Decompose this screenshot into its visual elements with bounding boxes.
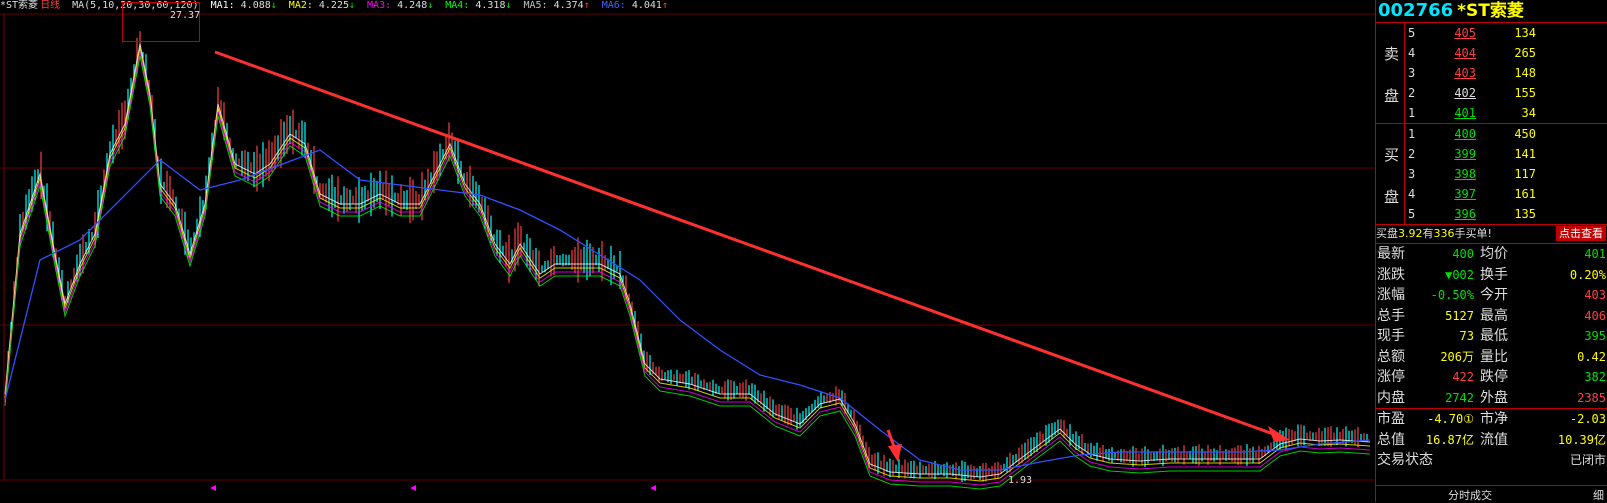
trend-arrow-head [1268,426,1290,442]
stat-row: 总额 206万 量比 0.42 [1377,348,1606,365]
stat-row: 最新 400 均价 401 [1377,246,1606,262]
asks-level[interactable]: 1 401 34 [1376,103,1607,123]
stat-row: 内盘 2742 外盘 2385 [1377,389,1606,406]
valuation-stats: 市盈 -4.70① 市净 -2.03 总值 16.87亿 流值 10.39亿 交易状态 已闭市 [1376,408,1607,471]
bids-level[interactable]: 4 397 161 [1376,184,1607,204]
stock-code: 002766 [1378,0,1454,21]
stat-row: 涨停 422 跌停 382 [1377,369,1606,385]
kline-chart[interactable]: *ST索菱 日线 MA(5,10,20,30,60,120) MA1: 4.088↓… [0,0,1375,502]
bids-level[interactable]: 5 396 135 [1376,204,1607,224]
high-price-value: 27.37 [170,10,201,21]
ma-legend-bar: *ST索菱 日线 MA(5,10,20,30,60,120) MA1: 4.088↓… [0,0,686,14]
stock-label: *ST索菱 [0,0,39,11]
ask-book: 卖 盘 5 405 134 4 404 265 3 403 148 2 402 155 1 401 34 [1376,22,1607,123]
stock-name: *ST索菱 [1457,1,1524,21]
stat-row: 总手 5127 最高 406 [1377,307,1606,324]
quote-stats: 最新 400 均价 401 涨跌 ▼002 换手 0.20% 涨幅 -0.50% 今开 403 总手 51… [1376,243,1607,408]
stock-title: 002766 *ST索菱 [1376,0,1607,22]
signal-marker [210,485,216,491]
trend-line [214,50,1277,437]
bids-level[interactable]: 1 400 450 [1376,124,1607,144]
asks-level[interactable]: 5 405 134 [1376,23,1607,43]
signal-marker [410,485,416,491]
period-label[interactable]: 日线 [40,0,60,11]
signal-marker [650,485,656,491]
bids-level[interactable]: 2 399 141 [1376,144,1607,164]
asks-level[interactable]: 2 402 155 [1376,83,1607,103]
tab-detail[interactable]: 细 [1593,487,1604,503]
asks-level[interactable]: 4 404 265 [1376,43,1607,63]
ma-values: MA1: 4.088↓ MA2: 4.225↓ MA3: 4.248↓ MA4: 4.318↓… [211,0,680,11]
big-order-note: 买盘3.92有336手买单! 点击查看 [1376,224,1607,243]
ma-item: MA5: 4.374↑ [523,0,590,11]
ma-line [4,47,1371,482]
bid-book: 买 盘 1 400 450 2 399 141 3 398 117 4 397 161 5 396 135 [1376,123,1607,224]
low-price-value: 1.93 [1008,475,1033,486]
ma-line [4,51,1371,486]
ma-item: MA2: 4.225↓ [288,0,356,11]
ma-long-line [4,149,1371,471]
kline-canvas[interactable] [0,0,1375,502]
ma-item: MA3: 4.248↓ [367,0,434,11]
bottom-tabs: 分时成交 细 [1376,485,1607,502]
stat-row: 现手 73 最低 395 [1377,328,1606,344]
view-button[interactable]: 点击查看 [1556,226,1606,241]
stat-row: 涨幅 -0.50% 今开 403 [1377,287,1606,303]
asks-level[interactable]: 3 403 148 [1376,63,1607,83]
stat-row: 涨跌 ▼002 换手 0.20% [1377,266,1606,283]
tab-trades[interactable]: 分时成交 [1448,487,1492,503]
ma-item: MA1: 4.088↓ [210,0,277,11]
quote-panel: 002766 *ST索菱 卖 盘 5 405 134 4 404 265 3 403 148 2 40… [1375,0,1607,502]
ma-line [4,43,1371,478]
stat-row: 总值 16.87亿 流值 10.39亿 [1377,431,1606,448]
stat-row: 市盈 -4.70① 市净 -2.03 [1377,411,1606,427]
bids-level[interactable]: 3 398 117 [1376,164,1607,184]
ma-line [4,55,1371,490]
stat-row: 交易状态 已闭市 [1377,452,1606,468]
ma-item: MA4: 4.318↓ [445,0,512,11]
ma-item: MA6: 4.041↑ [601,0,668,11]
high-price-label [122,2,200,42]
